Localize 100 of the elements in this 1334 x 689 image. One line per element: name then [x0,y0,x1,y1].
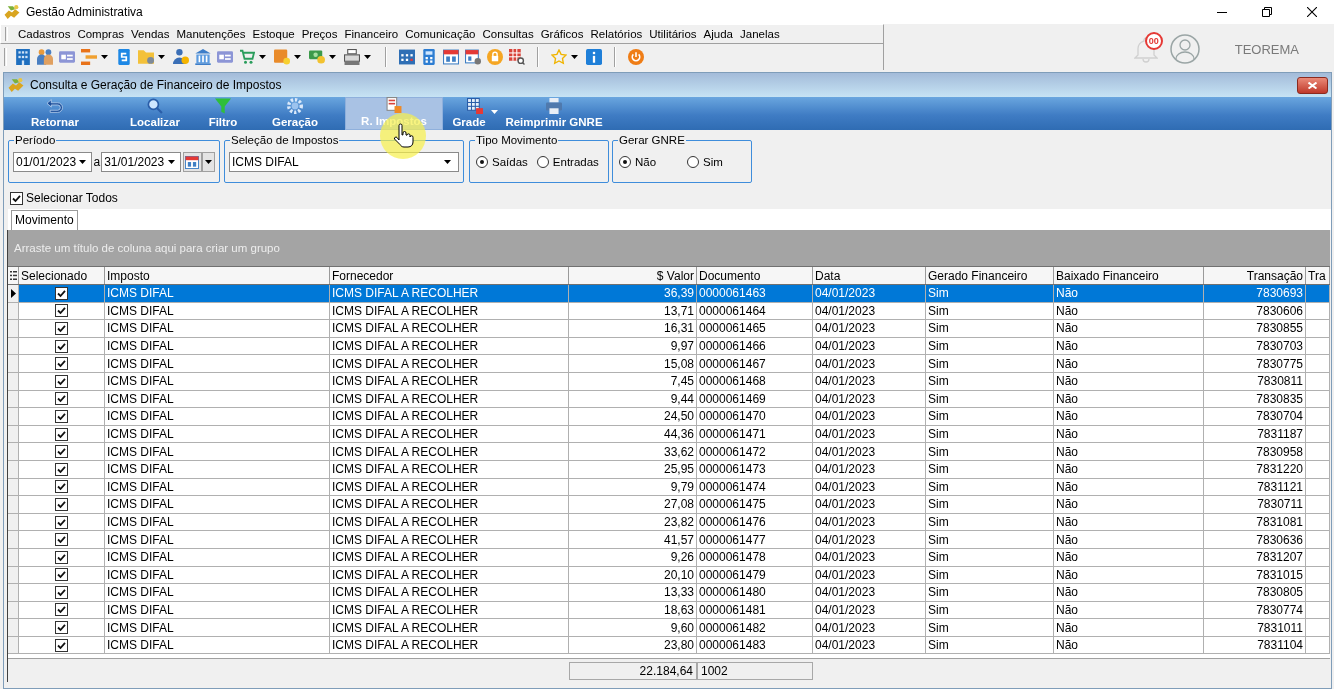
toolbar-button[interactable]: Grade [447,97,503,130]
checkbox[interactable] [55,339,68,353]
document-icon[interactable] [116,49,132,65]
people-icon[interactable] [37,49,53,65]
checkbox[interactable] [55,462,68,476]
checkbox[interactable] [55,392,68,406]
table-row[interactable]: ICMS DIFAL ICMS DIFAL A RECOLHER 24,50 0000061470 04/01/2023 Sim Não 7830704 [8,408,1330,426]
menu-item[interactable]: Manutenções [173,28,249,40]
building-icon[interactable] [15,49,31,65]
table-row[interactable]: ICMS DIFAL ICMS DIFAL A RECOLHER 36,39 0000061463 04/01/2023 Sim Não 7830693 [8,285,1330,303]
user-icon[interactable] [173,49,189,65]
menu-item[interactable]: Gráficos [537,28,587,40]
column-header[interactable]: Documento [697,267,813,284]
radio-button[interactable] [476,156,488,168]
search-icon[interactable] [147,98,163,114]
calendar-gear-icon[interactable] [465,49,481,65]
checkbox[interactable] [55,357,68,371]
checkbox[interactable] [55,568,68,582]
table-row[interactable]: ICMS DIFAL ICMS DIFAL A RECOLHER 13,33 0000061480 04/01/2023 Sim Não 7830805 [8,584,1330,602]
checkbox[interactable] [55,550,68,564]
calendar-icon[interactable] [399,49,415,65]
caret-icon[interactable] [364,55,371,59]
date-field[interactable]: 01/01/2023 [13,152,93,172]
radio-button[interactable] [536,156,549,168]
checkbox[interactable] [55,427,68,441]
caret-icon[interactable] [294,55,301,59]
menu-item[interactable]: Compras [74,28,128,40]
star-icon[interactable] [551,49,567,65]
menu-item[interactable]: Estoque [249,28,298,40]
column-header[interactable]: Selecionado [19,267,105,284]
radio-button[interactable] [619,156,631,168]
toolbar-button[interactable]: Filtro [198,97,248,130]
menu-item[interactable]: Financeiro [341,28,402,40]
caret-icon[interactable] [167,160,175,164]
column-header[interactable]: Imposto [105,267,330,284]
menu-item[interactable]: Consultas [479,28,537,40]
column-chooser-icon[interactable] [9,271,17,280]
column-header[interactable]: $ Valor [569,267,697,284]
table-row[interactable]: ICMS DIFAL ICMS DIFAL A RECOLHER 27,08 0000061475 04/01/2023 Sim Não 7830711 [8,496,1330,514]
grid-icon[interactable] [467,98,483,114]
table-row[interactable]: ICMS DIFAL ICMS DIFAL A RECOLHER 33,62 0000061472 04/01/2023 Sim Não 7830958 [8,443,1330,461]
caret-icon[interactable] [101,55,108,59]
dropdown-button[interactable] [202,152,215,172]
toolbar-button[interactable]: Geração [254,97,336,130]
caret-icon[interactable] [79,160,87,164]
checkbox[interactable] [55,409,68,423]
column-header[interactable]: Gerado Financeiro [926,267,1054,284]
calendar-icon[interactable] [443,49,459,65]
checkbox[interactable] [55,585,68,599]
menu-item[interactable]: Utilitários [646,28,700,40]
checkbox[interactable] [55,374,68,388]
checkbox[interactable] [55,638,68,652]
calculator-icon[interactable] [421,49,437,65]
power-icon[interactable] [628,49,644,65]
undo-arrow-icon[interactable] [47,98,63,114]
table-row[interactable]: ICMS DIFAL ICMS DIFAL A RECOLHER 16,31 0000061465 04/01/2023 Sim Não 7830855 [8,320,1330,338]
menu-item[interactable]: Comunicação [402,28,479,40]
checkbox[interactable] [55,322,68,335]
checkbox[interactable] [55,621,68,635]
restore-icon[interactable] [1262,7,1272,17]
bank-icon[interactable] [195,49,211,65]
id-card-icon[interactable] [59,49,75,65]
menu-item[interactable]: Relatórios [587,28,646,40]
menu-item[interactable]: Cadastros [15,28,74,40]
cash-register-icon[interactable] [344,49,360,65]
tab[interactable]: Movimento [11,210,78,230]
table-row[interactable]: ICMS DIFAL ICMS DIFAL A RECOLHER 9,60 0000061482 04/01/2023 Sim Não 7831011 [8,619,1330,637]
checkbox[interactable] [55,445,68,459]
menu-item[interactable]: Janelas [737,28,783,40]
caret-icon[interactable] [444,160,451,164]
checkbox[interactable] [10,191,23,205]
bell-icon[interactable] [1133,37,1158,63]
checkbox[interactable] [55,497,68,511]
close-icon[interactable] [1307,7,1317,17]
id-card-icon[interactable] [217,49,233,65]
date-field[interactable]: 31/01/2023 [101,152,181,172]
menu-item[interactable]: Vendas [128,28,173,40]
column-header[interactable]: Tra [1306,267,1330,284]
menu-item[interactable]: Preços [298,28,341,40]
caret-icon[interactable] [329,55,336,59]
column-header[interactable]: Baixado Financeiro [1054,267,1204,284]
checkbox[interactable] [55,480,68,494]
caret-icon[interactable] [158,55,165,59]
checkbox[interactable] [55,304,68,318]
table-search-icon[interactable] [509,49,525,65]
toolbar-button[interactable]: Retornar [16,97,94,130]
caret-icon[interactable] [259,55,266,59]
minimize-icon[interactable] [1217,11,1227,13]
printer-icon[interactable] [546,98,562,114]
dropdown-field[interactable]: ICMS DIFAL [229,152,459,172]
column-header[interactable]: Fornecedor [330,267,569,284]
table-row[interactable]: ICMS DIFAL ICMS DIFAL A RECOLHER 15,08 0000061467 04/01/2023 Sim Não 7830775 [8,355,1330,373]
info-icon[interactable] [586,49,602,65]
checkbox[interactable] [55,515,68,529]
checkbox[interactable] [55,286,68,300]
caret-icon[interactable] [571,55,578,59]
toolbar-button[interactable]: Localizar [116,97,194,130]
checkbox[interactable] [55,533,68,547]
column-header[interactable]: Transação [1204,267,1306,284]
table-row[interactable]: ICMS DIFAL ICMS DIFAL A RECOLHER 41,57 0000061477 04/01/2023 Sim Não 7830636 [8,531,1330,549]
